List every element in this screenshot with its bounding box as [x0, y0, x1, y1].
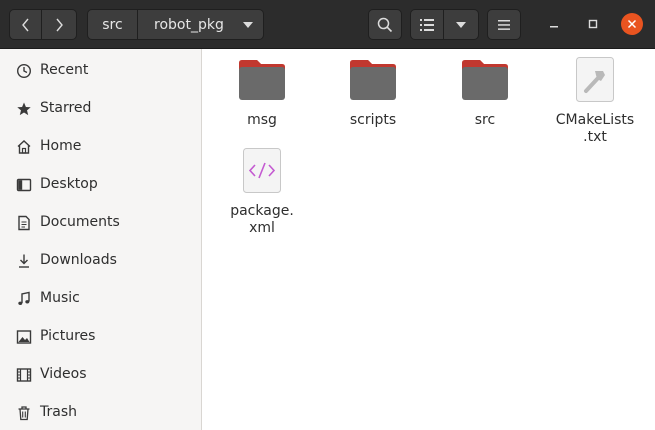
- sidebar-item-label: Starred: [40, 100, 92, 116]
- list-view-icon: [420, 18, 434, 31]
- close-icon: [627, 19, 637, 29]
- maximize-button[interactable]: [582, 13, 604, 35]
- caret-down-icon: [456, 21, 466, 28]
- sidebar-item-documents[interactable]: Documents: [0, 204, 201, 242]
- back-button[interactable]: [9, 9, 42, 40]
- file-name: src: [474, 112, 496, 128]
- sidebar-item-label: Desktop: [40, 176, 98, 192]
- sidebar-item-label: Recent: [40, 62, 89, 78]
- video-icon: [16, 367, 32, 383]
- search-icon: [377, 17, 393, 32]
- file-name: package. xml: [230, 203, 294, 236]
- close-button[interactable]: [621, 13, 643, 35]
- main-menu-button[interactable]: [487, 9, 521, 40]
- download-icon: [16, 253, 32, 269]
- folder-icon: [350, 60, 396, 100]
- header-bar: src robot_pkg: [0, 0, 655, 49]
- forward-button[interactable]: [42, 9, 77, 40]
- caret-down-icon: [243, 22, 253, 28]
- star-icon: [16, 101, 32, 117]
- search-button[interactable]: [368, 9, 402, 40]
- sidebar-item-trash[interactable]: Trash: [0, 394, 201, 430]
- sidebar-item-label: Downloads: [40, 252, 117, 268]
- hamburger-menu-icon: [498, 19, 510, 30]
- file-grid: msg scripts src CMakeLists .txt package.…: [202, 49, 655, 430]
- view-options-button[interactable]: [444, 9, 479, 40]
- desktop-icon: [16, 177, 32, 193]
- sidebar-item-videos[interactable]: Videos: [0, 356, 201, 394]
- sidebar-item-home[interactable]: Home: [0, 128, 201, 166]
- trash-icon: [16, 405, 32, 421]
- breadcrumb-src[interactable]: src: [87, 9, 138, 40]
- sidebar-item-label: Trash: [40, 404, 77, 420]
- sidebar-item-label: Videos: [40, 366, 87, 382]
- sidebar-item-starred[interactable]: Starred: [0, 90, 201, 128]
- file-manager-window: src robot_pkg Recent Starred Home Deskto…: [0, 0, 655, 430]
- music-icon: [16, 291, 32, 307]
- document-icon: [16, 215, 32, 231]
- chevron-left-icon: [21, 18, 29, 31]
- sidebar-item-desktop[interactable]: Desktop: [0, 166, 201, 204]
- breadcrumb-label: src: [102, 16, 123, 33]
- sidebar-item-pictures[interactable]: Pictures: [0, 318, 201, 356]
- maximize-icon: [588, 19, 598, 29]
- file-name: msg: [247, 112, 277, 128]
- sidebar-item-label: Pictures: [40, 328, 96, 344]
- file-name: CMakeLists .txt: [555, 112, 635, 145]
- chevron-right-icon: [56, 18, 63, 31]
- places-sidebar: Recent Starred Home Desktop Documents Do…: [0, 49, 202, 430]
- list-view-button[interactable]: [410, 9, 444, 40]
- folder-icon: [239, 60, 285, 100]
- picture-icon: [16, 329, 32, 345]
- sidebar-item-music[interactable]: Music: [0, 280, 201, 318]
- sidebar-item-label: Documents: [40, 214, 120, 230]
- folder-icon: [462, 60, 508, 100]
- sidebar-item-label: Home: [40, 138, 82, 154]
- xml-file-icon: [243, 148, 281, 193]
- breadcrumb-label: robot_pkg: [154, 16, 224, 33]
- minimize-icon: [550, 26, 558, 28]
- home-icon: [16, 139, 32, 155]
- sidebar-item-label: Music: [40, 290, 80, 306]
- sidebar-item-recent[interactable]: Recent: [0, 52, 201, 90]
- build-file-icon: [576, 57, 614, 102]
- file-name: scripts: [349, 112, 397, 128]
- minimize-button[interactable]: [543, 13, 565, 35]
- clock-icon: [16, 63, 32, 79]
- breadcrumb-current[interactable]: robot_pkg: [138, 9, 264, 40]
- sidebar-item-downloads[interactable]: Downloads: [0, 242, 201, 280]
